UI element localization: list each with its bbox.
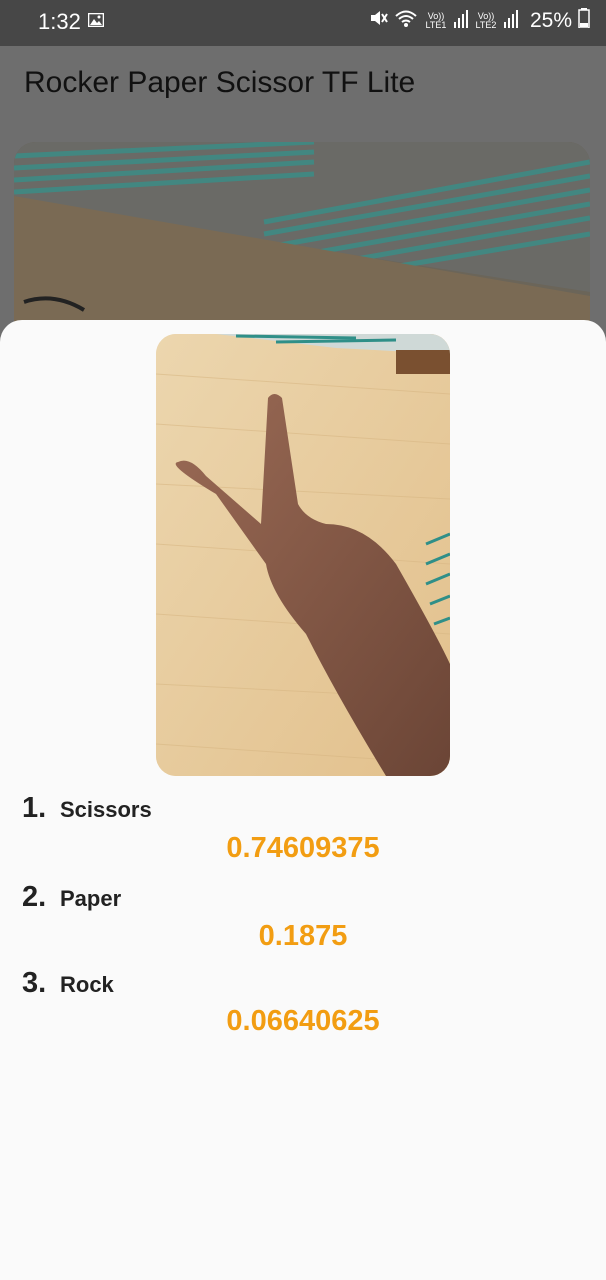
result-score: 0.06640625 <box>226 1005 380 1037</box>
signal-icon <box>453 8 468 34</box>
mute-icon <box>368 8 388 34</box>
result-score: 0.1875 <box>258 920 348 952</box>
result-row-2: 2. Paper <box>22 881 121 914</box>
result-label: Paper <box>60 886 122 911</box>
status-bar: 1:32 Vo)) LTE1 Vo)) LTE2 25% <box>0 0 606 46</box>
app-bar: Rocker Paper Scissor TF Lite <box>0 46 606 132</box>
result-rank: 3. <box>22 967 47 999</box>
result-label: Rock <box>60 972 114 997</box>
result-rank: 1. <box>22 792 47 824</box>
result-score: 0.74609375 <box>226 832 380 864</box>
captured-photo <box>156 334 450 776</box>
results-sheet: 1. Scissors 0.74609375 2. Paper 0.1875 3… <box>0 320 606 1280</box>
battery-percent: 25% <box>529 9 572 32</box>
battery-icon <box>578 8 590 34</box>
app-title: Rocker Paper Scissor TF Lite <box>24 66 416 99</box>
result-rank: 2. <box>22 881 47 913</box>
gallery-icon <box>87 12 105 28</box>
result-row-3: 3. Rock <box>22 967 114 1000</box>
signal-icon <box>503 8 518 34</box>
status-time: 1:32 <box>38 9 81 34</box>
result-label: Scissors <box>60 797 152 822</box>
result-row-1: 1. Scissors <box>22 792 152 825</box>
sim2-label-bottom: LTE2 <box>475 20 497 30</box>
wifi-icon <box>394 8 418 34</box>
status-icons: Vo)) LTE1 Vo)) LTE2 25% <box>368 8 590 34</box>
sim1-label-bottom: LTE1 <box>425 20 447 30</box>
sim1-indicator: Vo)) LTE1 <box>424 12 448 30</box>
sim2-indicator: Vo)) LTE2 <box>474 12 498 30</box>
